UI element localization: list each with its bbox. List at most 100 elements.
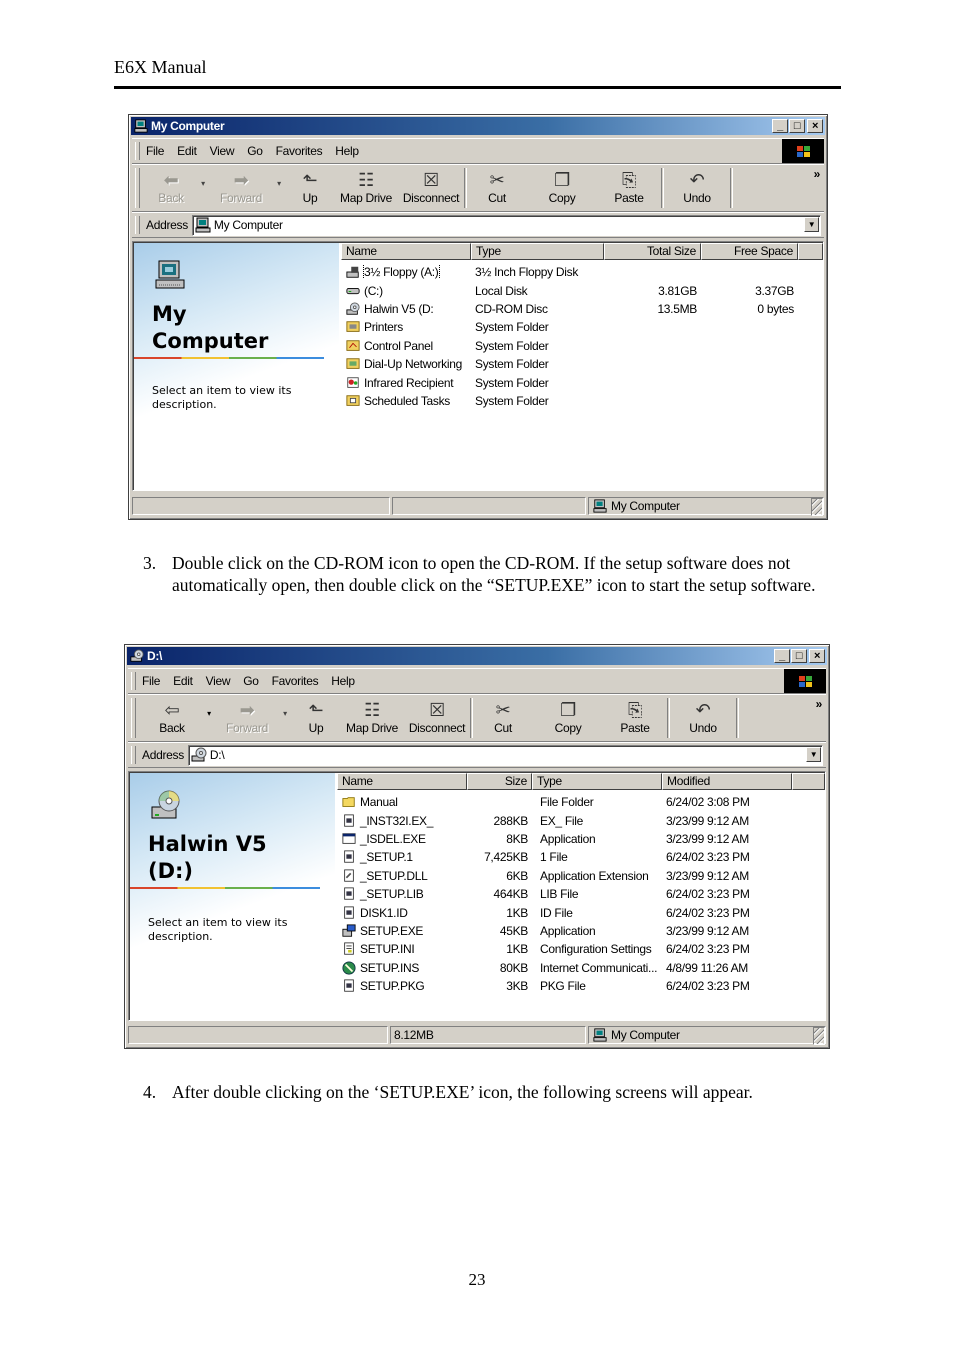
- toolbar-grip[interactable]: [131, 698, 136, 738]
- title-bar[interactable]: My Computer _ □ ×: [131, 117, 825, 135]
- disconnect-button[interactable]: ☒ Disconnect: [398, 165, 464, 207]
- back-dropdown[interactable]: ▾: [202, 709, 216, 718]
- undo-button[interactable]: ↶ Undo: [670, 695, 736, 737]
- toolbar-grip[interactable]: [135, 168, 140, 208]
- item-name: DISK1.ID: [360, 905, 408, 920]
- windows-logo-icon: [782, 139, 824, 163]
- menu-favorites[interactable]: Favorites: [272, 674, 319, 688]
- minimize-button[interactable]: _: [772, 119, 788, 133]
- menu-edit[interactable]: Edit: [177, 144, 197, 158]
- scheduled-tasks-icon: [346, 395, 360, 406]
- list-item[interactable]: _ISDEL.EXE 8KB Application 3/23/99 9:12 AM: [337, 830, 825, 848]
- menu-view[interactable]: View: [210, 144, 235, 158]
- copy-icon: ❐: [560, 700, 576, 720]
- list-item[interactable]: Printers System Folder: [341, 318, 823, 336]
- map-drive-button[interactable]: ☷ Map Drive: [334, 165, 398, 207]
- back-button[interactable]: ⬅ Back: [146, 165, 196, 207]
- menu-go[interactable]: Go: [243, 674, 259, 688]
- menu-file[interactable]: File: [146, 144, 164, 158]
- paste-button[interactable]: ⎘ Paste: [597, 165, 661, 207]
- disconnect-button[interactable]: ☒ Disconnect: [404, 695, 470, 737]
- item-total-size: 3.81GB: [658, 283, 697, 298]
- toolbar-overflow-chevron[interactable]: »: [816, 697, 823, 711]
- menu-file[interactable]: File: [142, 674, 160, 688]
- column-header-type[interactable]: Type: [532, 773, 662, 790]
- list-item[interactable]: (C:) Local Disk 3.81GB 3.37GB: [341, 281, 823, 299]
- list-item[interactable]: SETUP.INS 80KB Internet Communicati... 4/8/…: [337, 959, 825, 977]
- up-button[interactable]: ⬑ Up: [292, 695, 340, 737]
- panel-description: Select an item to view its description.: [148, 916, 288, 943]
- address-dropdown-button[interactable]: ▼: [804, 216, 819, 232]
- list-item[interactable]: _INST32I.EX_ 288KB EX_ File 3/23/99 9:12 AM: [337, 811, 825, 829]
- list-item[interactable]: Infrared Recipient System Folder: [341, 373, 823, 391]
- step-number: 3.: [143, 553, 157, 573]
- column-header-name[interactable]: Name: [341, 243, 471, 260]
- item-name: _SETUP.LIB: [360, 887, 424, 902]
- page-number: 23: [468, 1270, 486, 1289]
- list-item[interactable]: Control Panel System Folder: [341, 337, 823, 355]
- content-area: Halwin V5 (D:) Select an item to view its…: [128, 771, 826, 1021]
- column-header-type[interactable]: Type: [471, 243, 604, 260]
- list-item[interactable]: SETUP.PKG 3KB PKG File 6/24/02 3:23 PM: [337, 977, 825, 995]
- up-button[interactable]: ⬑ Up: [286, 165, 334, 207]
- close-button[interactable]: ×: [809, 649, 825, 663]
- status-bar: 8.12MB My Computer: [128, 1026, 826, 1046]
- list-item[interactable]: Halwin V5 (D: CD-ROM Disc 13.5MB 0 bytes: [341, 300, 823, 318]
- paste-button[interactable]: ⎘ Paste: [603, 695, 667, 737]
- menu-grip[interactable]: [131, 672, 136, 690]
- my-computer-large-icon: [155, 260, 185, 289]
- copy-button[interactable]: ❐ Copy: [527, 165, 597, 207]
- address-grip[interactable]: [131, 746, 136, 764]
- toolbar-overflow-chevron[interactable]: »: [814, 167, 821, 181]
- forward-button[interactable]: ➡ Forward: [210, 165, 272, 207]
- item-name: _SETUP.1: [360, 850, 413, 865]
- maximize-button[interactable]: □: [789, 119, 805, 133]
- menu-favorites[interactable]: Favorites: [276, 144, 323, 158]
- list-item[interactable]: Scheduled Tasks System Folder: [341, 392, 823, 410]
- list-item[interactable]: 3½ Floppy (A:) 3½ Inch Floppy Disk: [341, 263, 823, 281]
- list-item[interactable]: Dial-Up Networking System Folder: [341, 355, 823, 373]
- menu-grip[interactable]: [135, 142, 140, 160]
- menu-edit[interactable]: Edit: [173, 674, 193, 688]
- menu-view[interactable]: View: [206, 674, 231, 688]
- list-item[interactable]: SETUP.EXE 45KB Application 3/23/99 9:12 AM: [337, 922, 825, 940]
- forward-dropdown[interactable]: ▾: [272, 179, 286, 188]
- column-header-total-size[interactable]: Total Size: [604, 243, 701, 260]
- column-header-modified[interactable]: Modified: [662, 773, 792, 790]
- address-dropdown-button[interactable]: ▼: [806, 746, 821, 762]
- list-item[interactable]: DISK1.ID 1KB ID File 6/24/02 3:23 PM: [337, 903, 825, 921]
- minimize-button[interactable]: _: [774, 649, 790, 663]
- address-input[interactable]: My Computer ▼: [191, 214, 821, 236]
- menu-help[interactable]: Help: [331, 674, 355, 688]
- file-icon: [344, 979, 354, 992]
- copy-button[interactable]: ❐ Copy: [533, 695, 603, 737]
- address-input[interactable]: D:\ ▼: [187, 744, 823, 766]
- menu-help[interactable]: Help: [335, 144, 359, 158]
- cut-button[interactable]: ✂ Cut: [467, 165, 527, 207]
- item-size: 3KB: [506, 979, 528, 994]
- map-drive-button[interactable]: ☷ Map Drive: [340, 695, 404, 737]
- list-item[interactable]: SETUP.INI 1KB Configuration Settings 6/24/0…: [337, 940, 825, 958]
- forward-dropdown[interactable]: ▾: [278, 709, 292, 718]
- title-bar[interactable]: D:\ _ □ ×: [127, 647, 827, 665]
- column-header-size[interactable]: Size: [467, 773, 532, 790]
- address-grip[interactable]: [135, 216, 140, 234]
- forward-button[interactable]: ➡ Forward: [216, 695, 278, 737]
- column-header-name[interactable]: Name: [337, 773, 467, 790]
- close-button[interactable]: ×: [807, 119, 823, 133]
- list-item[interactable]: _SETUP.1 7,425KB 1 File 6/24/02 3:23 PM: [337, 848, 825, 866]
- maximize-button[interactable]: □: [791, 649, 807, 663]
- undo-button[interactable]: ↶ Undo: [664, 165, 730, 207]
- list-item[interactable]: Manual File Folder 6/24/02 3:08 PM: [337, 793, 825, 811]
- cut-button[interactable]: ✂ Cut: [473, 695, 533, 737]
- back-dropdown[interactable]: ▾: [196, 179, 210, 188]
- item-type: EX_ File: [540, 813, 583, 828]
- back-button[interactable]: ⇦ Back: [142, 695, 202, 737]
- list-item[interactable]: _SETUP.DLL 6KB Application Extension 3/23/9…: [337, 867, 825, 885]
- floppy-drive-icon: [346, 266, 359, 278]
- resize-grip[interactable]: [813, 1027, 825, 1045]
- menu-go[interactable]: Go: [247, 144, 263, 158]
- resize-grip[interactable]: [811, 498, 823, 516]
- list-item[interactable]: _SETUP.LIB 464KB LIB File 6/24/02 3:23 PM: [337, 885, 825, 903]
- column-header-free-space[interactable]: Free Space: [701, 243, 798, 260]
